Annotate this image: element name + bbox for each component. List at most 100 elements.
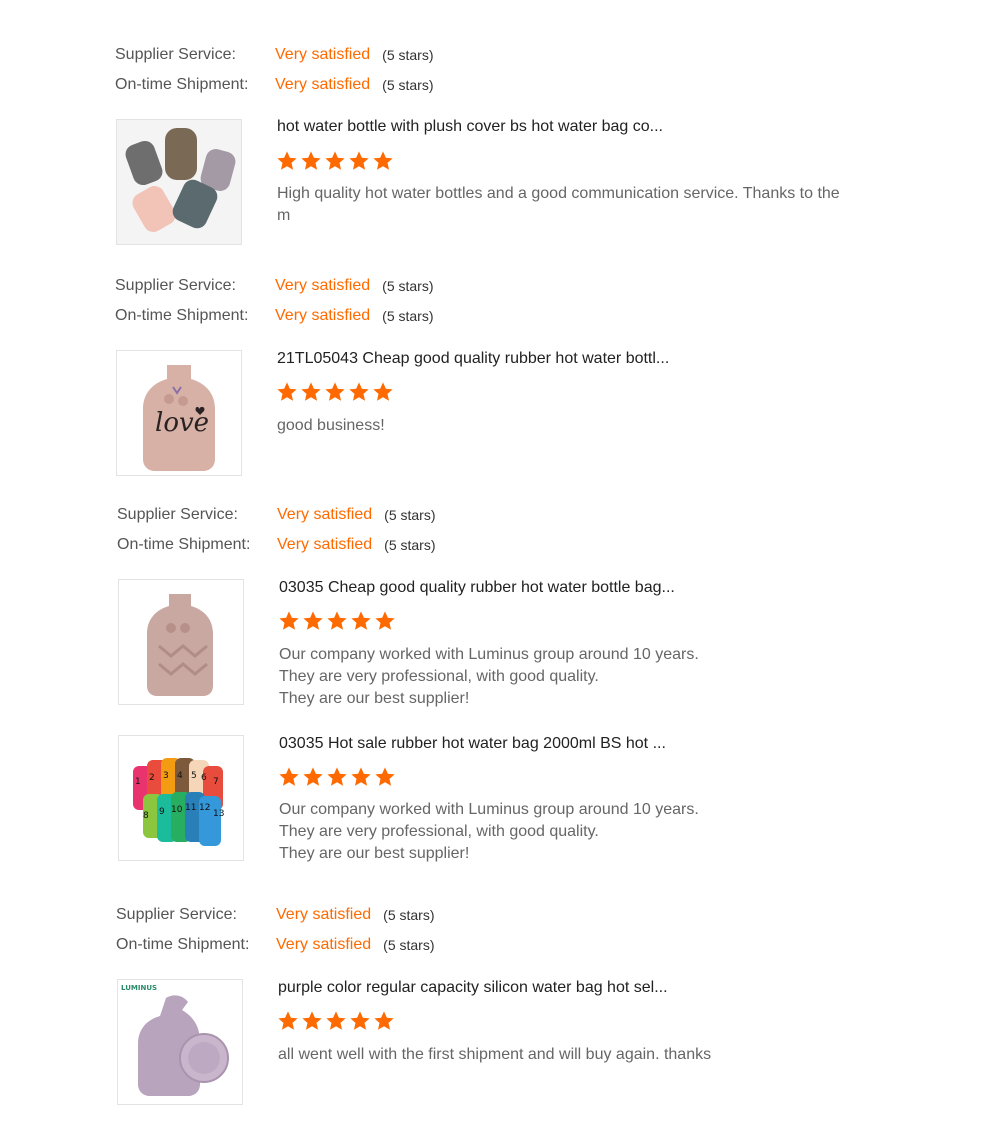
star-icon (349, 1010, 371, 1032)
star-icon (373, 1010, 395, 1032)
supplier-service-row: Supplier Service: Very satisfied (5 star… (117, 503, 436, 527)
star-icon (350, 766, 372, 788)
supplier-service-label: Supplier Service: (115, 277, 236, 294)
supplier-service-label: Supplier Service: (117, 506, 238, 523)
bottle-number: 12 (199, 803, 210, 813)
product-title[interactable]: hot water bottle with plush cover bs hot… (277, 118, 663, 136)
shipment-value: Very satisfied (276, 936, 372, 953)
product-thumbnail[interactable]: love (116, 350, 242, 476)
supplier-service-stars: (5 stars) (382, 278, 434, 294)
star-icon (372, 150, 394, 172)
star-icon (350, 610, 372, 632)
comment-line: They are our best supplier! (279, 845, 470, 862)
comment-line: They are our best supplier! (279, 690, 470, 707)
bottle-number: 9 (159, 807, 165, 817)
shipment-stars: (5 stars) (384, 537, 436, 553)
bottle-number: 4 (177, 771, 183, 781)
shipment-row: On-time Shipment: Very satisfied (5 star… (115, 304, 434, 328)
supplier-service-value: Very satisfied (275, 46, 371, 63)
love-bottle-image: love (117, 351, 241, 475)
star-icon (326, 610, 348, 632)
shipment-row: On-time Shipment: Very satisfied (5 star… (116, 933, 435, 957)
star-rating (277, 1010, 395, 1032)
supplier-service-label: Supplier Service: (115, 46, 236, 63)
shipment-value: Very satisfied (275, 307, 371, 324)
star-icon (374, 766, 396, 788)
star-icon (302, 610, 324, 632)
purple-bottle-image: LUMINUS (118, 980, 242, 1104)
bottle-number: 5 (191, 771, 197, 781)
supplier-service-row: Supplier Service: Very satisfied (5 star… (116, 903, 435, 927)
star-icon (324, 381, 346, 403)
bottle-number: 3 (163, 771, 169, 781)
review-comment: good business! (277, 415, 897, 437)
star-icon (302, 766, 324, 788)
review-comment: Our company worked with Luminus group ar… (279, 644, 899, 710)
star-rating (276, 150, 394, 172)
star-icon (348, 381, 370, 403)
shipment-row: On-time Shipment: Very satisfied (5 star… (115, 73, 434, 97)
supplier-service-label: Supplier Service: (116, 906, 237, 923)
bottle-number: 13 (213, 809, 224, 819)
comment-line: Our company worked with Luminus group ar… (279, 801, 699, 818)
supplier-service-value: Very satisfied (277, 506, 373, 523)
bottle-number: 8 (143, 811, 149, 821)
supplier-service-value: Very satisfied (276, 906, 372, 923)
knit-bottle-image (119, 580, 243, 704)
star-icon (348, 150, 370, 172)
supplier-service-value: Very satisfied (275, 277, 371, 294)
comment-line: They are very professional, with good qu… (279, 823, 599, 840)
bottle-number: 7 (213, 777, 219, 787)
shipment-label: On-time Shipment: (117, 536, 251, 553)
shipment-value: Very satisfied (277, 536, 373, 553)
review-comment: High quality hot water bottles and a goo… (277, 183, 897, 227)
star-icon (301, 1010, 323, 1032)
review-comment: Our company worked with Luminus group ar… (279, 799, 899, 865)
shipment-label: On-time Shipment: (115, 76, 249, 93)
review-comment: all went well with the first shipment an… (278, 1044, 898, 1066)
shipment-stars: (5 stars) (382, 77, 434, 93)
comment-line: High quality hot water bottles and a goo… (277, 185, 840, 202)
star-icon (278, 610, 300, 632)
star-icon (374, 610, 396, 632)
product-thumbnail[interactable]: LUMINUS (117, 979, 243, 1105)
supplier-service-stars: (5 stars) (383, 907, 435, 923)
shipment-stars: (5 stars) (382, 308, 434, 324)
supplier-service-stars: (5 stars) (384, 507, 436, 523)
star-icon (276, 381, 298, 403)
product-title[interactable]: 21TL05043 Cheap good quality rubber hot … (277, 350, 669, 368)
product-thumbnail[interactable]: 1 2 3 4 5 6 7 8 9 10 11 12 13 (118, 735, 244, 861)
brand-logo-text: LUMINUS (121, 984, 157, 992)
star-rating (278, 766, 396, 788)
comment-line: They are very professional, with good qu… (279, 668, 599, 685)
shipment-stars: (5 stars) (383, 937, 435, 953)
supplier-service-row: Supplier Service: Very satisfied (5 star… (115, 274, 434, 298)
star-icon (325, 1010, 347, 1032)
star-icon (276, 150, 298, 172)
product-title[interactable]: 03035 Cheap good quality rubber hot wate… (279, 579, 675, 597)
star-icon (324, 150, 346, 172)
product-title[interactable]: 03035 Hot sale rubber hot water bag 2000… (279, 735, 666, 753)
comment-line: all went well with the first shipment an… (278, 1046, 712, 1063)
comment-line: Our company worked with Luminus group ar… (279, 646, 699, 663)
product-title[interactable]: purple color regular capacity silicon wa… (278, 979, 668, 997)
bottle-number: 11 (185, 803, 196, 813)
bottle-number: 10 (171, 805, 183, 815)
supplier-service-row: Supplier Service: Very satisfied (5 star… (115, 43, 434, 67)
comment-line: m (277, 207, 291, 224)
shipment-row: On-time Shipment: Very satisfied (5 star… (117, 533, 436, 557)
star-icon (300, 150, 322, 172)
star-rating (276, 381, 394, 403)
bottle-number: 2 (149, 773, 155, 783)
star-icon (278, 766, 300, 788)
bottle-number: 6 (201, 773, 207, 783)
star-icon (326, 766, 348, 788)
product-thumbnail[interactable] (118, 579, 244, 705)
bottle-number: 1 (135, 777, 141, 787)
comment-line: good business! (277, 417, 385, 434)
shipment-label: On-time Shipment: (116, 936, 250, 953)
star-icon (372, 381, 394, 403)
product-thumbnail[interactable] (116, 119, 242, 245)
star-rating (278, 610, 396, 632)
shipment-value: Very satisfied (275, 76, 371, 93)
